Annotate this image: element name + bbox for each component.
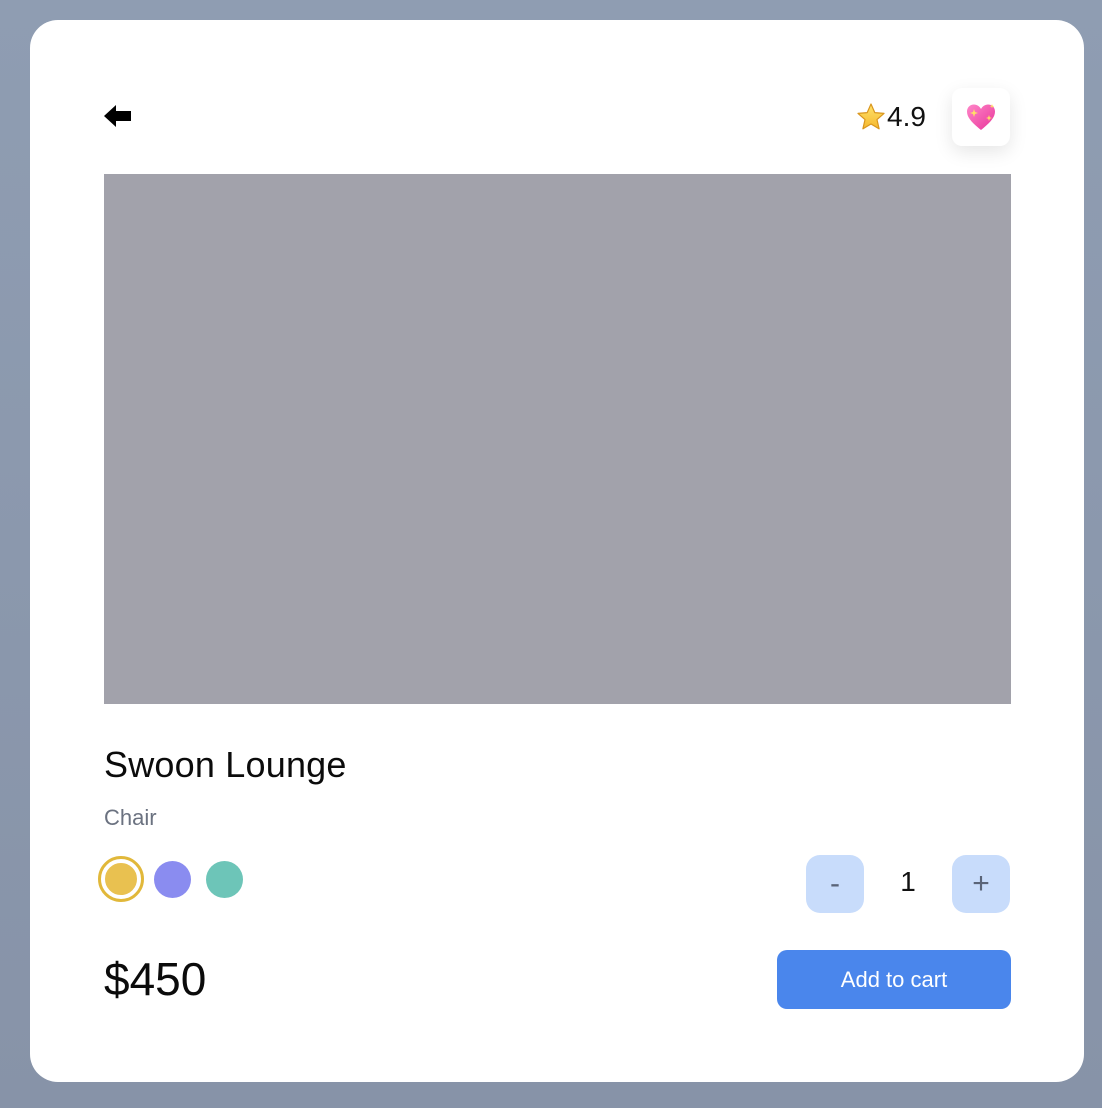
- color-swatch-teal[interactable]: [206, 860, 243, 898]
- quantity-value: 1: [900, 866, 916, 897]
- sparkling-heart-icon: [967, 104, 995, 130]
- back-button[interactable]: [102, 100, 134, 132]
- increase-quantity-button[interactable]: +: [952, 855, 1010, 913]
- rating: 4.9: [856, 100, 926, 134]
- star-icon: [857, 103, 885, 130]
- rating-value: 4.9: [887, 101, 926, 132]
- color-swatches: [98, 856, 258, 902]
- product-category: Chair: [104, 805, 157, 830]
- favorite-button[interactable]: [952, 88, 1010, 146]
- decrease-quantity-button[interactable]: -: [806, 855, 864, 913]
- product-price: $450: [104, 953, 207, 1005]
- product-name: Swoon Lounge: [104, 744, 347, 785]
- product-card: 4.9 Swoon Lounge Chair - 1 + $450 Add to…: [30, 20, 1084, 1082]
- product-image: [104, 174, 1011, 704]
- color-swatch-yellow[interactable]: [98, 856, 144, 902]
- color-swatch-purple[interactable]: [154, 860, 191, 898]
- arrow-left-icon: [104, 105, 131, 127]
- add-to-cart-button[interactable]: Add to cart: [777, 950, 1011, 1009]
